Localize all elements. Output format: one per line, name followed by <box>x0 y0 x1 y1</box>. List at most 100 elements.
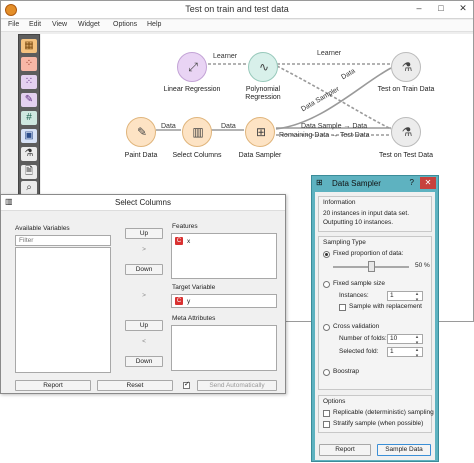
node-test-on-test[interactable]: ⚗ <box>391 117 421 147</box>
available-variables-list[interactable] <box>15 247 111 373</box>
menu-view[interactable]: View <box>52 21 67 28</box>
continuous-badge-icon: C <box>175 297 183 305</box>
move-to-features-button[interactable]: > <box>125 246 163 257</box>
replicable-label: Replicable (deterministic) sampling <box>333 409 434 416</box>
with-replacement-checkbox[interactable] <box>339 304 346 311</box>
send-auto-checkbox[interactable]: ✓ <box>183 381 190 389</box>
menu-edit[interactable]: Edit <box>29 21 41 28</box>
file-icon[interactable]: 🗎 <box>21 165 37 179</box>
info-outputting: Outputting 10 instances. <box>323 219 394 226</box>
label-test-on-test: Test on Test Data <box>379 152 433 159</box>
data-sampler-body: Information 20 instances in input data s… <box>315 192 435 460</box>
cross-validation-label: Cross validation <box>333 323 380 330</box>
select-columns-dialog: ▥ Select Columns Available Variables Up … <box>0 194 286 394</box>
polynomial-icon: ∿ <box>258 60 270 74</box>
select-columns-titlebar[interactable]: ▥ Select Columns <box>1 195 285 211</box>
stratify-checkbox[interactable] <box>323 421 330 428</box>
link-label-data-1: Data <box>161 123 176 130</box>
reset-button[interactable]: Reset <box>97 380 173 391</box>
information-title: Information <box>323 199 356 206</box>
menu-options[interactable]: Options <box>113 21 137 28</box>
information-group: Information 20 instances in input data s… <box>318 196 432 232</box>
menubar: File Edit View Widget Options Help <box>1 20 473 32</box>
widget-toolbox: ▦ ⁘ ⁙ ✎ # ▣ ⚗ 🗎 ⌕ <box>18 34 40 196</box>
proportion-value: 50 % <box>415 262 430 269</box>
sampler-app-icon: ⊞ <box>316 178 323 187</box>
close-button[interactable]: ✕ <box>457 3 469 14</box>
link-label-data-sample: Data Sample → Data <box>301 123 368 130</box>
options-title: Options <box>323 398 346 405</box>
target-variable-list[interactable]: C y <box>171 294 277 308</box>
main-titlebar[interactable]: Test on train and test data – □ ✕ <box>1 1 473 19</box>
continuous-badge-icon: C <box>175 237 183 245</box>
bootstrap-radio[interactable] <box>323 369 330 376</box>
move-to-target-button[interactable]: > <box>125 292 163 303</box>
flask-icon: ⚗ <box>401 60 413 74</box>
window-title: Test on train and test data <box>185 4 289 14</box>
target-variable-label: Target Variable <box>172 284 216 291</box>
label-polynomial-regression: Polynomial Regression <box>245 86 281 101</box>
sample-data-button[interactable]: Sample Data <box>377 444 431 456</box>
move-to-meta-button[interactable]: < <box>125 338 163 349</box>
features-up-button[interactable]: Up <box>125 228 163 239</box>
feature-name: x <box>187 237 191 245</box>
node-select-columns[interactable]: ▥ <box>182 117 212 147</box>
folds-spinbox[interactable]: 10 <box>387 334 423 346</box>
cross-validation-radio[interactable] <box>323 324 330 331</box>
filter-input[interactable] <box>15 235 111 246</box>
proportion-slider-track[interactable] <box>333 261 409 272</box>
data-sampler-title: Data Sampler <box>332 179 381 188</box>
send-automatically-button[interactable]: Send Automatically <box>197 380 277 391</box>
node-polynomial-regression[interactable]: ∿ <box>248 52 278 82</box>
label-test-on-train: Test on Train Data <box>377 86 435 93</box>
folds-label: Number of folds: <box>339 335 387 342</box>
selected-fold-label: Selected fold: <box>339 348 379 355</box>
node-test-on-train[interactable]: ⚗ <box>391 52 421 82</box>
close-button[interactable]: ✕ <box>420 177 436 189</box>
grid-icon[interactable]: # <box>21 111 37 125</box>
fixed-proportion-radio[interactable] <box>323 251 330 258</box>
flask-icon[interactable]: ⚗ <box>21 147 37 161</box>
paint-icon: ✎ <box>136 125 148 139</box>
features-list[interactable]: C x <box>171 233 277 279</box>
meta-down-button[interactable]: Down <box>125 356 163 367</box>
features-down-button[interactable]: Down <box>125 264 163 275</box>
box-icon[interactable]: ▣ <box>21 129 37 143</box>
proportion-slider-handle[interactable] <box>367 261 375 272</box>
menu-help[interactable]: Help <box>147 21 161 28</box>
target-item-y[interactable]: C y <box>175 297 190 305</box>
search-icon[interactable]: ⌕ <box>21 181 37 195</box>
info-instances: 20 instances in input data set. <box>323 210 410 217</box>
meta-up-button[interactable]: Up <box>125 320 163 331</box>
sampling-type-title: Sampling Type <box>323 239 366 246</box>
node-data-sampler[interactable]: ⊞ <box>245 117 275 147</box>
label-data-sampler: Data Sampler <box>238 152 282 159</box>
help-button[interactable]: ? <box>410 178 414 187</box>
selected-fold-spinbox[interactable]: 1 <box>387 347 423 359</box>
menu-widget[interactable]: Widget <box>78 21 100 28</box>
meta-attributes-label: Meta Attributes <box>172 315 216 322</box>
meta-attributes-list[interactable] <box>171 325 277 371</box>
target-name: y <box>187 297 191 305</box>
sampler-report-button[interactable]: Report <box>319 444 371 456</box>
node-linear-regression[interactable]: ⤢ <box>177 52 207 82</box>
fixed-size-radio[interactable] <box>323 281 330 288</box>
node-paint-data[interactable]: ✎ <box>126 117 156 147</box>
maximize-button[interactable]: □ <box>435 3 447 14</box>
data-sampler-dialog: ⊞ Data Sampler ? ✕ Information 20 instan… <box>311 175 439 462</box>
data-sampler-titlebar[interactable]: ⊞ Data Sampler ? ✕ <box>312 176 438 191</box>
menu-file[interactable]: File <box>8 21 19 28</box>
feature-item-x[interactable]: C x <box>175 237 190 245</box>
scatter-dots-icon[interactable]: ⁙ <box>21 75 37 89</box>
replicable-checkbox[interactable] <box>323 410 330 417</box>
link-label-data-2: Data <box>221 123 236 130</box>
link-label-remaining: Remaining Data → Test Data <box>279 132 370 139</box>
paint-icon[interactable]: ✎ <box>21 93 37 107</box>
report-button[interactable]: Report <box>15 380 91 391</box>
scatter-icon[interactable]: ⁘ <box>21 57 37 71</box>
stratify-label: Stratify sample (when possible) <box>333 420 424 427</box>
minimize-button[interactable]: – <box>413 3 425 14</box>
with-replacement-label: Sample with replacement <box>349 303 422 310</box>
data-table-icon[interactable]: ▦ <box>21 39 37 53</box>
instances-spinbox[interactable]: 1 <box>387 291 423 303</box>
